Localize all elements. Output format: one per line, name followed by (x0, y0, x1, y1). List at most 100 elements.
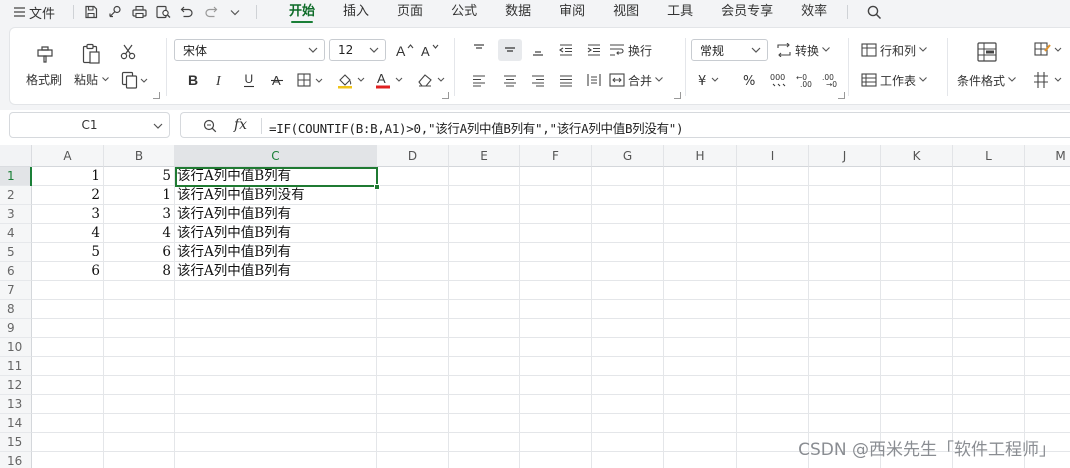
redo-icon[interactable] (200, 1, 222, 23)
row-header-6[interactable]: 6 (0, 262, 32, 281)
row-header-9[interactable]: 9 (0, 319, 32, 338)
column-header-k[interactable]: K (881, 145, 953, 167)
decrease-decimal-icon[interactable]: .00 →0 (820, 69, 844, 91)
row-header-3[interactable]: 3 (0, 205, 32, 224)
fill-handle[interactable] (374, 184, 380, 190)
strikethrough-icon[interactable]: A (265, 69, 289, 91)
number-launcher-icon[interactable] (838, 92, 845, 99)
column-header-m[interactable]: M (1025, 145, 1070, 167)
increase-decimal-icon[interactable]: ←0.00 (794, 69, 818, 91)
print-preview-icon[interactable] (152, 1, 174, 23)
row-header-7[interactable]: 7 (0, 281, 32, 300)
column-header-h[interactable]: H (664, 145, 737, 167)
cell-a2[interactable]: 2 (32, 186, 103, 205)
paste-label[interactable]: 粘贴 (74, 71, 98, 88)
decrease-indent-icon[interactable] (554, 39, 578, 61)
formula-input[interactable]: fx =IF(COUNTIF(B:B,A1)>0,"该行A列中值B列有","该行… (180, 112, 1070, 138)
column-header-j[interactable]: J (809, 145, 881, 167)
cell-c5[interactable]: 该行A列中值B列有 (175, 243, 376, 262)
worksheet-button[interactable]: 工作表 (861, 69, 927, 91)
cell-c3[interactable]: 该行A列中值B列有 (175, 205, 376, 224)
font-color-icon[interactable]: A (373, 69, 407, 91)
chevron-down-icon[interactable] (224, 1, 246, 23)
cell-a4[interactable]: 4 (32, 224, 103, 243)
fill-color-icon[interactable] (335, 69, 369, 91)
zoom-icon[interactable] (203, 119, 217, 133)
percent-icon[interactable]: % (738, 69, 762, 91)
row-header-10[interactable]: 10 (0, 338, 32, 357)
column-header-g[interactable]: G (592, 145, 664, 167)
column-header-a[interactable]: A (32, 145, 104, 167)
search-icon[interactable] (862, 0, 886, 24)
copy-icon[interactable] (119, 69, 151, 91)
conditional-format-button[interactable]: 条件格式 (957, 69, 1016, 91)
underline-icon[interactable]: U (237, 69, 261, 91)
spreadsheet-grid[interactable]: ABCDEFGHIJKLM 1 2 3 4 5 6 7 8 9 10 11 12 13 14 15 16 15… (0, 145, 1070, 468)
name-box[interactable]: C1 (9, 112, 170, 138)
clipboard-launcher-icon[interactable] (153, 92, 160, 99)
print-icon[interactable] (128, 1, 150, 23)
tab-5[interactable]: 数据 (505, 0, 531, 24)
row-header-14[interactable]: 14 (0, 414, 32, 433)
paste-icon[interactable] (77, 41, 105, 67)
column-header-c[interactable]: C (175, 145, 377, 167)
font-name-select[interactable]: 宋体 (174, 39, 325, 61)
number-format-select[interactable]: 常规 (691, 39, 768, 61)
conditional-format-icon[interactable] (973, 39, 1001, 65)
paste-chevron-icon[interactable] (102, 77, 109, 82)
tab-7[interactable]: 视图 (613, 0, 639, 24)
merge-cells-button[interactable]: 合并 (609, 69, 663, 91)
cell-c4[interactable]: 该行A列中值B列有 (175, 224, 376, 243)
tab-2[interactable]: 插入 (343, 0, 369, 24)
align-left-icon[interactable] (467, 69, 491, 91)
cell-a5[interactable]: 5 (32, 243, 103, 262)
column-header-i[interactable]: I (737, 145, 809, 167)
column-header-d[interactable]: D (377, 145, 449, 167)
distributed-align-icon[interactable] (582, 69, 606, 91)
align-top-icon[interactable] (467, 39, 491, 61)
tab-4[interactable]: 公式 (451, 0, 477, 24)
currency-icon[interactable]: ¥ (694, 69, 726, 91)
row-header-4[interactable]: 4 (0, 224, 32, 243)
font-launcher-icon[interactable] (442, 92, 449, 99)
font-grow-icon[interactable]: A (393, 39, 417, 61)
undo-icon[interactable] (176, 1, 198, 23)
clear-format-icon[interactable] (415, 69, 449, 91)
share-icon[interactable] (104, 1, 126, 23)
row-header-13[interactable]: 13 (0, 395, 32, 414)
tab-8[interactable]: 工具 (667, 0, 693, 24)
row-header-8[interactable]: 8 (0, 300, 32, 319)
column-header-e[interactable]: E (449, 145, 520, 167)
row-header-2[interactable]: 2 (0, 186, 32, 205)
row-header-12[interactable]: 12 (0, 376, 32, 395)
format-painter-icon[interactable] (31, 41, 59, 67)
column-header-f[interactable]: F (520, 145, 592, 167)
tab-3[interactable]: 页面 (397, 0, 423, 24)
font-size-select[interactable]: 12 (329, 39, 386, 61)
column-header-l[interactable]: L (953, 145, 1025, 167)
align-middle-icon[interactable] (498, 39, 522, 61)
alignment-launcher-icon[interactable] (674, 92, 681, 99)
tab-10[interactable]: 效率 (801, 0, 827, 24)
save-icon[interactable] (80, 1, 102, 23)
align-right-icon[interactable] (526, 69, 550, 91)
cell-b4[interactable]: 4 (104, 224, 174, 243)
align-center-icon[interactable] (498, 69, 522, 91)
active-cell-selection[interactable] (175, 167, 378, 187)
format-painter-label[interactable]: 格式刷 (26, 71, 62, 88)
thousands-separator-icon[interactable]: 000 (767, 69, 791, 91)
cell-a3[interactable]: 3 (32, 205, 103, 224)
cell-b2[interactable]: 1 (104, 186, 174, 205)
tab-9[interactable]: 会员专享 (721, 0, 773, 24)
row-header-5[interactable]: 5 (0, 243, 32, 262)
row-header-15[interactable]: 15 (0, 433, 32, 452)
column-header-b[interactable]: B (104, 145, 175, 167)
cut-icon[interactable] (116, 41, 140, 63)
cell-b1[interactable]: 5 (104, 167, 174, 186)
border-icon[interactable] (295, 69, 327, 91)
cell-style-icon[interactable] (1032, 39, 1066, 61)
increase-indent-icon[interactable] (582, 39, 606, 61)
select-all-corner[interactable] (0, 145, 32, 167)
italic-icon[interactable]: I (207, 69, 231, 91)
cell-a1[interactable]: 1 (32, 167, 103, 186)
